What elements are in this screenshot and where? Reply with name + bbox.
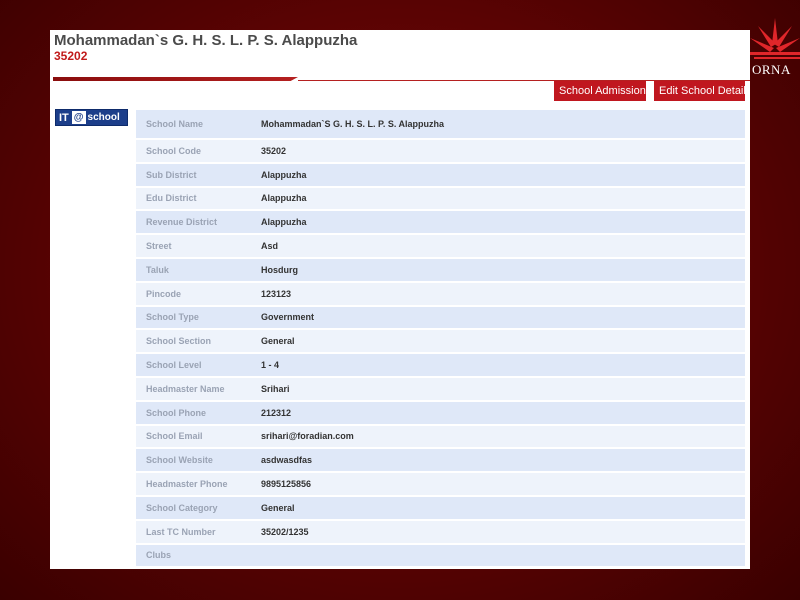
detail-row-school-name: School Name Mohammadan`S G. H. S. L. P. … [136, 110, 745, 138]
detail-label: School Website [136, 449, 251, 472]
brand-text: ORNA [752, 62, 791, 77]
detail-row-revenue-district: Revenue District Alappuzha [136, 211, 745, 234]
detail-row-headmaster-name: Headmaster Name Srihari [136, 377, 745, 400]
detail-label: Sub District [136, 163, 251, 186]
detail-row-school-level: School Level 1 - 4 [136, 354, 745, 376]
detail-row-school-email: School Email srihari@foradian.com [136, 425, 745, 448]
detail-row-sub-district: Sub District Alappuzha [136, 163, 745, 186]
detail-value [251, 544, 745, 567]
detail-value: Alappuzha [251, 211, 745, 234]
detail-row-school-website: School Website asdwasdfas [136, 449, 745, 472]
detail-row-school-category: School Category General [136, 496, 745, 519]
detail-value: 212312 [251, 401, 745, 424]
detail-value: 123123 [251, 282, 745, 305]
detail-label: School Code [136, 140, 251, 162]
detail-value: Srihari [251, 377, 745, 400]
detail-label: Edu District [136, 187, 251, 210]
detail-value: 35202/1235 [251, 520, 745, 543]
logo-at-icon: @ [71, 111, 86, 124]
detail-label: School Phone [136, 401, 251, 424]
page-title: Mohammadan`s G. H. S. L. P. S. Alappuzha [54, 32, 358, 49]
edit-school-detail-button[interactable]: Edit School Detail [654, 81, 746, 101]
detail-label: Headmaster Name [136, 377, 251, 400]
detail-value: srihari@foradian.com [251, 425, 745, 448]
detail-row-pincode: Pincode 123123 [136, 282, 745, 305]
detail-label: Pincode [136, 282, 251, 305]
school-code-heading: 35202 [54, 49, 88, 63]
school-details-table: School Name Mohammadan`S G. H. S. L. P. … [136, 108, 745, 568]
detail-row-last-tc-number: Last TC Number 35202/1235 [136, 520, 745, 543]
detail-label: Street [136, 235, 251, 257]
detail-row-school-section: School Section General [136, 330, 745, 353]
detail-label: Headmaster Phone [136, 473, 251, 495]
detail-value: Mohammadan`S G. H. S. L. P. S. Alappuzha [251, 110, 745, 138]
detail-value: Government [251, 306, 745, 329]
detail-value: Alappuzha [251, 187, 745, 210]
detail-value: Asd [251, 235, 745, 257]
detail-row-taluk: Taluk Hosdurg [136, 258, 745, 281]
detail-value: 9895125856 [251, 473, 745, 495]
detail-label: School Name [136, 110, 251, 138]
detail-value: 35202 [251, 140, 745, 162]
detail-value: General [251, 496, 745, 519]
detail-value: Hosdurg [251, 258, 745, 281]
detail-label: Clubs [136, 544, 251, 567]
detail-row-headmaster-phone: Headmaster Phone 9895125856 [136, 473, 745, 495]
logo-it-text: IT [59, 111, 69, 124]
detail-value: General [251, 330, 745, 353]
school-admission-button[interactable]: School Admission [554, 81, 646, 101]
detail-label: Revenue District [136, 211, 251, 234]
detail-label: Last TC Number [136, 520, 251, 543]
detail-label: School Type [136, 306, 251, 329]
detail-row-edu-district: Edu District Alappuzha [136, 187, 745, 210]
detail-label: School Category [136, 496, 251, 519]
detail-row-street: Street Asd [136, 235, 745, 257]
detail-label: School Email [136, 425, 251, 448]
detail-row-clubs: Clubs [136, 544, 745, 567]
detail-label: School Level [136, 354, 251, 376]
detail-label: School Section [136, 330, 251, 353]
detail-value: Alappuzha [251, 163, 745, 186]
detail-row-school-phone: School Phone 212312 [136, 401, 745, 424]
itschool-logo: IT @ school [55, 109, 128, 126]
detail-value: asdwasdfas [251, 449, 745, 472]
logo-school-text: school [87, 112, 120, 123]
detail-row-school-type: School Type Government [136, 306, 745, 329]
title-divider [53, 77, 298, 81]
detail-label: Taluk [136, 258, 251, 281]
detail-row-school-code: School Code 35202 [136, 140, 745, 162]
detail-value: 1 - 4 [251, 354, 745, 376]
school-detail-panel: Mohammadan`s G. H. S. L. P. S. Alappuzha… [50, 30, 750, 569]
